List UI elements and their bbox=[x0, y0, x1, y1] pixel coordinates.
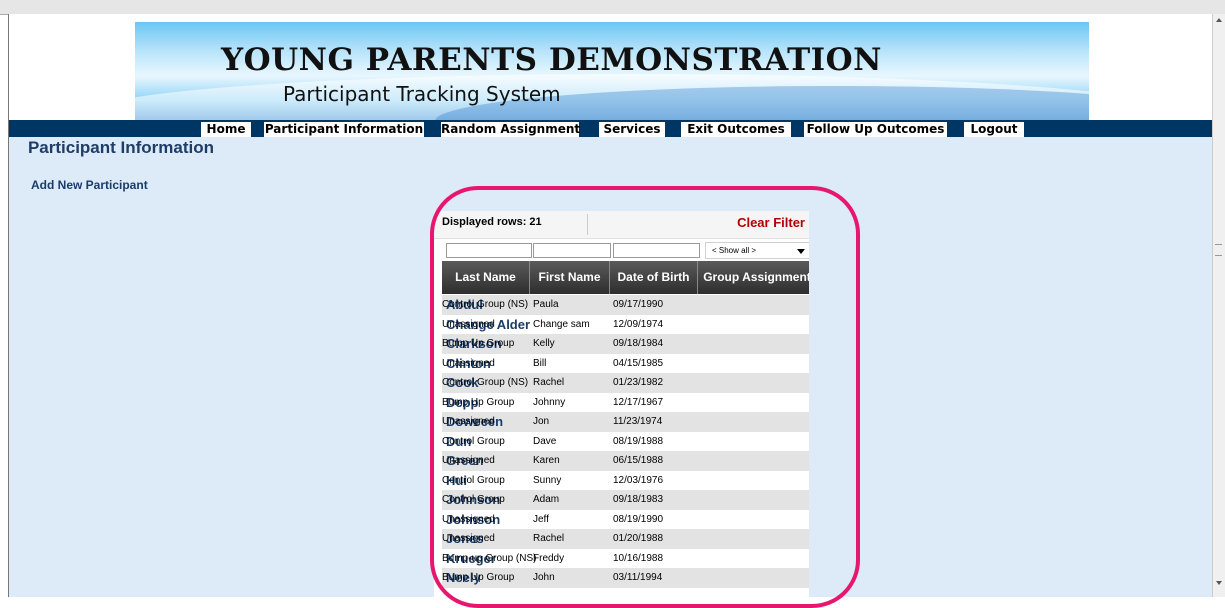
participant-group: Unassigned bbox=[442, 318, 495, 330]
table-row: Change Alder Change sam 12/09/1974 Unassign… bbox=[442, 314, 809, 334]
participant-first-name: Freddy bbox=[533, 552, 565, 564]
participant-first-name: Rachel bbox=[533, 533, 565, 544]
participant-first-name: Johnny bbox=[533, 396, 566, 408]
participant-dob: 09/17/1990 bbox=[613, 299, 664, 310]
table-info-bar: Displayed rows: 21 Clear Filter bbox=[434, 211, 809, 239]
group-filter-select[interactable]: < Show all > bbox=[705, 242, 809, 259]
nav-participant-information[interactable]: Participant Information bbox=[264, 122, 424, 137]
vertical-scrollbar[interactable] bbox=[1212, 14, 1225, 597]
participant-group: Unassigned bbox=[442, 513, 495, 525]
participant-first-name: Sunny bbox=[533, 474, 562, 486]
column-header-first-name[interactable]: First Name bbox=[530, 261, 610, 294]
table-body: Abdul Paula 09/17/1990 Control Group (NS) Ch… bbox=[442, 295, 809, 588]
participant-first-name: Karen bbox=[533, 455, 560, 466]
participant-group: Control Group bbox=[442, 494, 505, 505]
table-row: Johnson Adam 09/18/1983 Control Group bbox=[442, 490, 809, 510]
table-row: Hui Sunny 12/03/1976 Control Group bbox=[442, 470, 809, 490]
participant-table-panel: Displayed rows: 21 Clear Filter < Show a… bbox=[434, 211, 809, 597]
nav-random-assignment[interactable]: Random Assignment bbox=[441, 122, 580, 137]
scroll-up-icon[interactable] bbox=[1216, 18, 1222, 22]
participant-dob: 10/16/1988 bbox=[613, 552, 664, 564]
table-row: Abdul Paula 09/17/1990 Control Group (NS) bbox=[442, 295, 809, 315]
participant-group: Unassigned bbox=[442, 455, 495, 466]
participant-first-name: Jeff bbox=[533, 513, 549, 525]
participant-dob: 12/03/1976 bbox=[613, 474, 664, 486]
participant-group: Control Group (NS) bbox=[442, 299, 529, 310]
participant-dob: 04/15/1985 bbox=[613, 357, 664, 369]
scroll-grip-icon[interactable] bbox=[1215, 244, 1222, 256]
displayed-rows-count: Displayed rows: 21 bbox=[442, 216, 542, 228]
last-name-filter-input[interactable] bbox=[446, 243, 532, 258]
nav-logout[interactable]: Logout bbox=[964, 122, 1024, 137]
chevron-down-icon bbox=[797, 249, 805, 254]
header: YOUNG PARENTS DEMONSTRATION Participant … bbox=[9, 14, 1213, 120]
participant-dob: 08/19/1990 bbox=[613, 513, 664, 525]
nav-follow-up-outcomes[interactable]: Follow Up Outcomes bbox=[804, 122, 947, 137]
participant-group: Bump-up Group (NS) bbox=[442, 552, 537, 564]
participant-group: Control Group bbox=[442, 435, 505, 447]
participant-dob: 12/09/1974 bbox=[613, 318, 664, 330]
add-new-participant-link[interactable]: Add New Participant bbox=[31, 178, 148, 192]
participant-dob: 06/15/1988 bbox=[613, 455, 664, 466]
table-row: Green Karen 06/15/1988 Unassigned bbox=[442, 451, 809, 471]
table-row: Jones Rachel 01/20/1988 Unassigned bbox=[442, 529, 809, 549]
table-row: Doweeen Jon 11/23/1974 Unassigned bbox=[442, 412, 809, 432]
dob-filter-input[interactable] bbox=[613, 243, 700, 258]
participant-dob: 12/17/1967 bbox=[613, 396, 664, 408]
table-row: Clinton Bill 04/15/1985 Unassigned bbox=[442, 353, 809, 373]
banner: YOUNG PARENTS DEMONSTRATION Participant … bbox=[135, 22, 1089, 120]
participant-group: Bump Up Group bbox=[442, 396, 515, 408]
participant-group: Bump Up Group bbox=[442, 338, 515, 349]
first-name-filter-input[interactable] bbox=[533, 243, 611, 258]
participant-first-name: Adam bbox=[533, 494, 560, 505]
participant-first-name: Kelly bbox=[533, 338, 555, 349]
column-header-group-assignment[interactable]: Group Assignment bbox=[698, 261, 809, 294]
participant-first-name: Rachel bbox=[533, 377, 565, 388]
participant-group: Control Group bbox=[442, 474, 505, 486]
info-separator bbox=[587, 214, 588, 235]
participant-group: Unassigned bbox=[442, 533, 495, 544]
participant-first-name: Dave bbox=[533, 435, 557, 447]
participant-dob: 01/23/1982 bbox=[613, 377, 664, 388]
page-title: Participant Information bbox=[27, 138, 215, 157]
participant-group: Unassigned bbox=[442, 357, 495, 369]
column-header-last-name[interactable]: Last Name bbox=[442, 261, 530, 294]
browser-top-strip bbox=[0, 0, 1225, 15]
banner-subtitle: Participant Tracking System bbox=[283, 82, 561, 106]
participant-group: Bump Up Group bbox=[442, 572, 515, 583]
nav-services[interactable]: Services bbox=[599, 122, 665, 137]
participant-group: Control Group (NS) bbox=[442, 377, 529, 388]
participant-first-name: John bbox=[533, 572, 555, 583]
participant-first-name: Bill bbox=[533, 357, 547, 369]
table-row: Depp Johnny 12/17/1967 Bump Up Group bbox=[442, 392, 809, 412]
table-row: Clarkson Kelly 09/18/1984 Bump Up Group bbox=[442, 334, 809, 354]
participant-first-name: Jon bbox=[533, 416, 550, 427]
table-row: Neely John 03/11/1994 Bump Up Group bbox=[442, 568, 809, 588]
scroll-down-icon[interactable] bbox=[1216, 581, 1222, 585]
table-row: Dun Dave 08/19/1988 Control Group bbox=[442, 431, 809, 451]
participant-dob: 01/20/1988 bbox=[613, 533, 664, 544]
group-filter-value: < Show all > bbox=[712, 246, 757, 255]
clear-filter-link[interactable]: Clear Filter bbox=[737, 215, 805, 230]
participant-group: Unassigned bbox=[442, 416, 495, 427]
page-frame: YOUNG PARENTS DEMONSTRATION Participant … bbox=[8, 14, 1213, 608]
nav-home[interactable]: Home bbox=[201, 122, 251, 137]
table-row: Cook Rachel 01/23/1982 Control Group (NS) bbox=[442, 373, 809, 393]
table-header: Last Name First Name Date of Birth Group… bbox=[442, 261, 809, 294]
participant-first-name: Change sam bbox=[533, 318, 590, 330]
participant-dob: 03/11/1994 bbox=[613, 572, 663, 583]
participant-dob: 08/19/1988 bbox=[613, 435, 664, 447]
participant-dob: 11/23/1974 bbox=[613, 416, 663, 427]
participant-dob: 09/18/1984 bbox=[613, 338, 664, 349]
banner-title: YOUNG PARENTS DEMONSTRATION bbox=[221, 42, 883, 78]
participant-first-name: Paula bbox=[533, 299, 559, 310]
table-row: Johnson Jeff 08/19/1990 Unassigned bbox=[442, 509, 809, 529]
participant-dob: 09/18/1983 bbox=[613, 494, 664, 505]
column-header-date-of-birth[interactable]: Date of Birth bbox=[610, 261, 698, 294]
table-row: Krueger Freddy 10/16/1988 Bump-up Group (NS… bbox=[442, 548, 809, 568]
nav-exit-outcomes[interactable]: Exit Outcomes bbox=[681, 122, 791, 137]
